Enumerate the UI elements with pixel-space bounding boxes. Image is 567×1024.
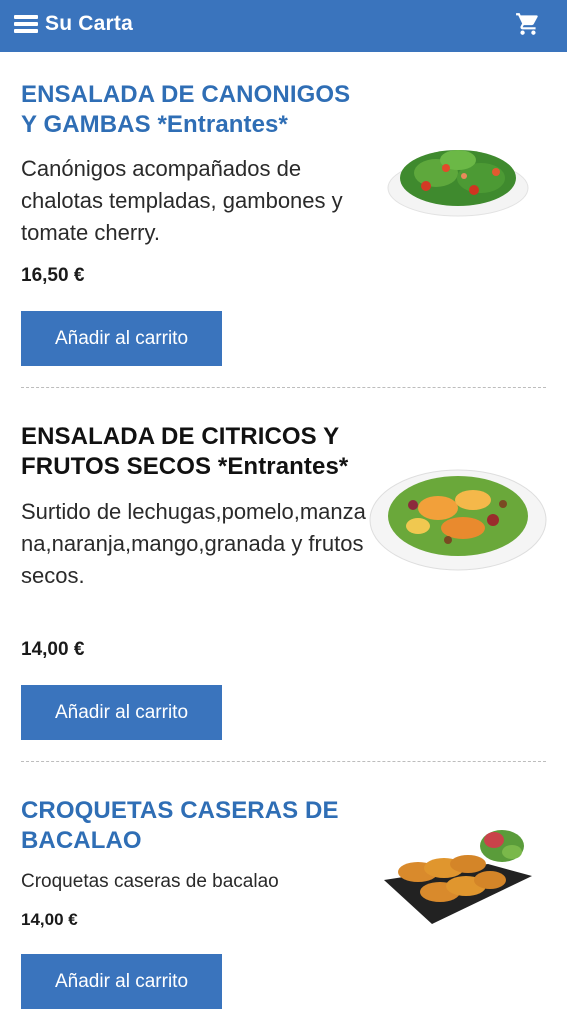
- item-title[interactable]: CROQUETAS CASERAS DE BACALAO: [21, 796, 371, 856]
- add-to-cart-button[interactable]: Añadir al carrito: [21, 311, 222, 366]
- item-description: Canónigos acompañados de chalotas templa…: [21, 156, 343, 245]
- croquetas-image[interactable]: [384, 826, 532, 928]
- item-title-line: ENSALADA DE CITRICOS Y: [21, 423, 340, 450]
- divider: [21, 761, 546, 762]
- item-price: 14,00 €: [21, 910, 78, 929]
- item-price: 16,50 €: [21, 265, 85, 286]
- add-to-cart-button[interactable]: Añadir al carrito: [21, 685, 222, 740]
- add-to-cart-button[interactable]: Añadir al carrito: [21, 954, 222, 1009]
- shopping-cart-icon[interactable]: [515, 11, 541, 37]
- app-bar: Su Carta: [0, 0, 567, 52]
- hamburger-menu-icon[interactable]: [14, 14, 38, 34]
- item-title-line: BACALAO: [21, 827, 142, 854]
- item-title[interactable]: ENSALADA DE CITRICOS Y FRUTOS SECOS *Ent…: [21, 422, 371, 482]
- item-price: 14,00 €: [21, 639, 85, 660]
- divider: [21, 387, 546, 388]
- item-title-line: Y GAMBAS *Entrantes*: [21, 111, 288, 138]
- item-title-line: CROQUETAS CASERAS DE: [21, 797, 339, 824]
- salad-citricos-image[interactable]: [368, 460, 548, 572]
- item-title-line: ENSALADA DE CANONIGOS: [21, 81, 351, 108]
- item-description: Surtido de lechugas,pomelo,manzana,naran…: [21, 499, 366, 588]
- item-title[interactable]: ENSALADA DE CANONIGOS Y GAMBAS *Entrante…: [21, 80, 371, 140]
- page-title: Su Carta: [45, 12, 133, 35]
- item-description: Croquetas caseras de bacalao: [21, 871, 279, 892]
- salad-canonigos-image[interactable]: [386, 128, 530, 220]
- item-title-line: FRUTOS SECOS *Entrantes*: [21, 453, 349, 480]
